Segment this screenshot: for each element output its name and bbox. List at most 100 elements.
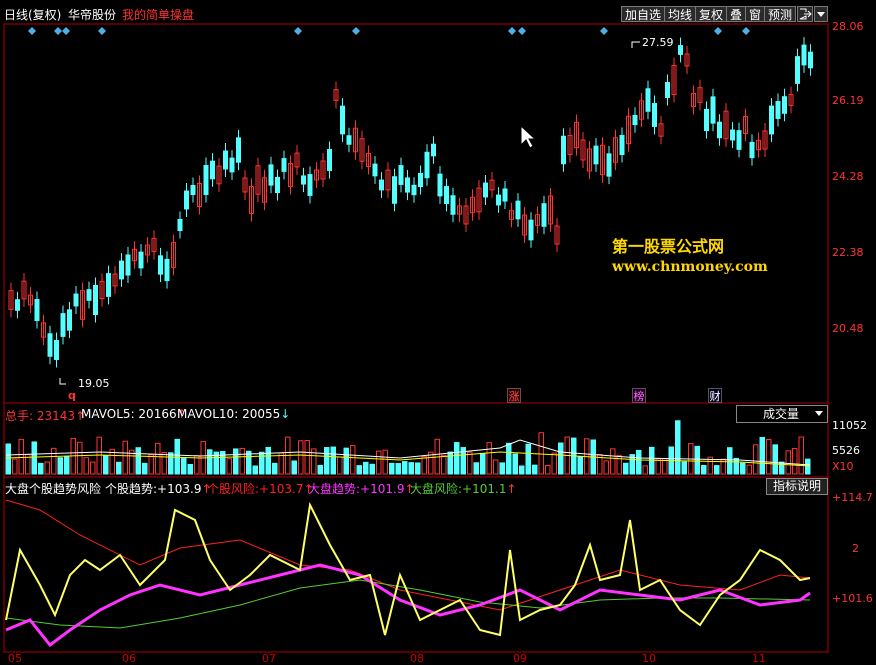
volume-bar xyxy=(12,458,18,475)
signal-diamond xyxy=(714,27,722,35)
candle-body xyxy=(125,254,131,276)
price-axis-label: 24.28 xyxy=(832,170,864,183)
candle-body xyxy=(340,105,345,135)
volume-bar xyxy=(486,442,492,475)
volume-bar xyxy=(272,462,278,475)
volume-bar xyxy=(343,447,349,475)
volume-bar xyxy=(207,449,213,475)
volume-bar xyxy=(525,443,531,475)
candle-body xyxy=(678,45,683,55)
candle-body xyxy=(736,130,742,150)
candle-body xyxy=(782,96,787,114)
candle-body xyxy=(236,137,241,163)
volume-bar xyxy=(714,465,720,475)
candle-body xyxy=(54,340,59,360)
candle-body xyxy=(717,121,722,139)
volume-bar xyxy=(746,464,752,475)
indicator-axis-mid: 2 xyxy=(852,542,859,555)
volume-axis-mid: 5526 xyxy=(832,444,860,457)
volume-bar xyxy=(642,465,648,475)
volume-indicator-select[interactable]: 成交量 xyxy=(736,405,828,423)
volume-bar xyxy=(538,432,544,475)
candle-body xyxy=(34,299,40,321)
candle-body xyxy=(119,260,124,280)
volume-bar xyxy=(18,438,24,475)
candle-body xyxy=(665,82,670,98)
candle-body xyxy=(223,150,228,170)
candle-body xyxy=(301,175,306,185)
low-marker: 19.05 xyxy=(78,377,110,390)
volume-bar xyxy=(753,444,759,475)
signal-diamond xyxy=(294,27,302,35)
candle-body xyxy=(561,135,566,165)
volume-bar xyxy=(454,442,460,475)
volume-bar xyxy=(376,450,382,475)
date-label: 10 xyxy=(642,652,656,665)
candle-body xyxy=(86,289,92,301)
candle-body xyxy=(177,219,183,231)
event-tag-board[interactable]: 榜 xyxy=(632,388,646,403)
mavol5-label: MAVOL5: 20166↑ xyxy=(81,407,187,421)
candle-body xyxy=(164,258,170,282)
volume-bar xyxy=(51,447,57,475)
volume-bar xyxy=(395,463,401,475)
volume-bar xyxy=(636,449,642,475)
candle-body xyxy=(775,101,781,119)
volume-bar xyxy=(38,462,44,475)
candlestick-series xyxy=(8,37,813,368)
volume-bar xyxy=(77,441,83,475)
date-label: 08 xyxy=(410,652,424,665)
market-trend-line xyxy=(5,563,811,648)
volume-bar xyxy=(181,458,187,475)
event-tag-limit-up[interactable]: 涨 xyxy=(507,388,521,403)
indicator-axis-low: +101.6 xyxy=(832,592,873,605)
candle-body xyxy=(210,160,215,180)
mavol10-label: MAVOL10: 20055↓ xyxy=(177,407,291,421)
candle-body xyxy=(327,149,332,171)
candle-body xyxy=(424,151,430,179)
volume-bar xyxy=(304,440,310,475)
candle-body xyxy=(138,251,144,269)
candle-body xyxy=(483,182,488,198)
volume-bar xyxy=(239,447,245,475)
candle-body xyxy=(515,200,521,220)
date-label: 06 xyxy=(122,652,136,665)
candle-body xyxy=(203,164,209,196)
high-marker: 27.59 xyxy=(642,36,674,49)
volume-bar xyxy=(246,450,252,475)
candle-body xyxy=(437,173,443,197)
volume-bar xyxy=(408,462,414,475)
candle-body xyxy=(15,299,20,311)
volume-bar xyxy=(103,455,109,475)
signal-diamonds xyxy=(28,27,750,35)
volume-bar xyxy=(766,439,772,475)
candle-body xyxy=(619,134,625,156)
volume-bar xyxy=(142,462,148,475)
signal-diamond xyxy=(62,27,70,35)
candle-body xyxy=(281,158,287,172)
volume-bar xyxy=(623,462,629,475)
candle-body xyxy=(632,114,638,126)
volume-bar xyxy=(610,448,616,475)
volume-bar xyxy=(551,452,557,475)
watermark-title: 第一股票公式网 xyxy=(612,237,725,256)
volume-bar xyxy=(701,464,707,475)
signal-diamond xyxy=(600,27,608,35)
candle-body xyxy=(528,219,534,241)
stock-trend-line xyxy=(5,501,811,637)
volume-bar xyxy=(155,442,161,475)
candle-body xyxy=(67,309,72,331)
volume-bar xyxy=(759,437,765,475)
chart-canvas[interactable] xyxy=(0,0,876,665)
signal-diamond xyxy=(28,27,36,35)
volume-bar xyxy=(532,464,538,475)
event-tag-finance[interactable]: 财 xyxy=(708,388,722,403)
indicator-stock-risk: 个股风险:+103.7↑ xyxy=(207,482,314,496)
volume-bar xyxy=(577,456,583,475)
volume-bar xyxy=(161,452,167,475)
volume-bar xyxy=(512,453,518,475)
candle-body xyxy=(405,177,410,193)
volume-bar xyxy=(265,446,271,475)
volume-bar xyxy=(415,462,421,475)
indicator-help-button[interactable]: 指标说明 xyxy=(766,478,828,495)
